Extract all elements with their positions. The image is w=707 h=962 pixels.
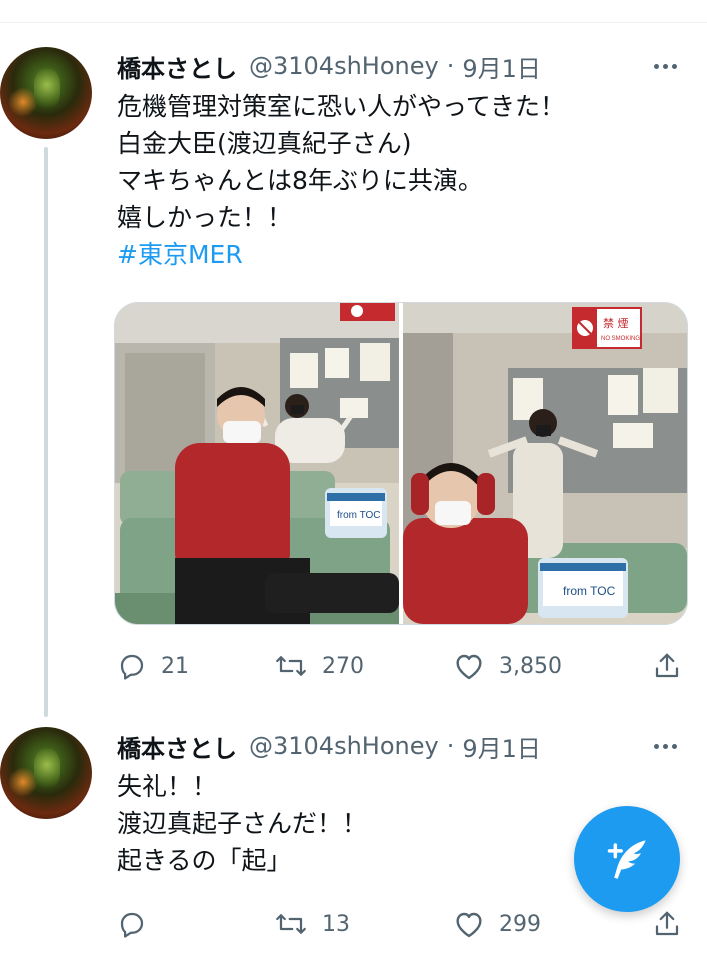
more-horizontal-icon[interactable] (654, 49, 677, 83)
separator-dot: · (446, 52, 455, 80)
tweet-text-line: 起きるの「起」 (117, 846, 292, 875)
tweet-2-text: 失礼！！ 渡辺真起子さんだ！！ 起きるの「起」 (117, 768, 367, 879)
bag-label: from TOC (337, 510, 381, 521)
no-smoking-sign-text: 禁 煙 (603, 317, 629, 330)
avatar-face (34, 749, 60, 789)
reply-button[interactable] (117, 906, 161, 942)
retweet-icon (276, 914, 306, 934)
tweet-text-line: マキちゃんとは8年ぶりに共演。 (117, 166, 483, 195)
tweet-date[interactable]: 9月1日 (462, 729, 541, 764)
retweet-button[interactable]: 13 (274, 906, 350, 942)
tweet-text-line: 白金大臣(渡辺真紀子さん) (117, 129, 412, 158)
tweet-text-line: 渡辺真起子さんだ！！ (117, 809, 368, 838)
hashtag-link[interactable]: #東京MER (117, 236, 565, 273)
author-name[interactable]: 橋本さとし (117, 49, 237, 84)
tweet-date[interactable]: 9月1日 (462, 49, 541, 84)
no-smoking-sign-subtext: NO SMOKING (601, 336, 640, 342)
tweet-text-line: 危機管理対策室に恐い人がやってきた！ (117, 92, 566, 121)
share-icon (655, 911, 679, 936)
author-name[interactable]: 橋本さとし (117, 729, 237, 764)
separator-dot: · (446, 732, 455, 760)
author-handle[interactable]: @3104shHoney (249, 732, 439, 760)
tweet-text-line: 失礼！！ (117, 772, 218, 801)
photo-left[interactable]: from TOC (115, 303, 399, 624)
tweet-1-text: 危機管理対策室に恐い人がやってきた！ 白金大臣(渡辺真紀子さん) マキちゃんとは… (117, 88, 565, 273)
heart-icon (456, 654, 482, 680)
share-button[interactable] (652, 648, 682, 684)
retweet-icon (276, 656, 306, 676)
share-icon (655, 653, 679, 678)
avatar-face (34, 69, 60, 109)
bag-label: from TOC (563, 584, 616, 598)
compose-tweet-icon (607, 840, 646, 879)
photo-right[interactable]: 禁 煙 NO SMOKING from TOC (403, 303, 687, 624)
tweet-media: from TOC 禁 煙 NO SMOKING from TOC (114, 302, 688, 625)
reply-count: 21 (161, 653, 189, 679)
reply-icon (120, 912, 144, 938)
reply-button[interactable]: 21 (117, 648, 189, 684)
like-count: 3,850 (499, 653, 562, 679)
avatar[interactable] (0, 47, 92, 139)
tweet-1-header: 橋本さとし @3104shHoney · 9月1日 (117, 49, 541, 83)
retweet-count: 13 (322, 911, 350, 937)
tweet-2-actions: 13 299 (117, 906, 687, 942)
compose-tweet-button[interactable] (574, 806, 680, 912)
more-horizontal-icon[interactable] (654, 729, 677, 763)
tweet-1-actions: 21 270 3,850 (117, 648, 687, 684)
like-button[interactable]: 299 (453, 906, 541, 942)
tweet-2-header: 橋本さとし @3104shHoney · 9月1日 (117, 729, 541, 763)
like-button[interactable]: 3,850 (453, 648, 562, 684)
retweet-button[interactable]: 270 (274, 648, 364, 684)
reply-icon (120, 654, 144, 680)
like-count: 299 (499, 911, 541, 937)
tweet-text-line: 嬉しかった！！ (117, 203, 293, 232)
author-handle[interactable]: @3104shHoney (249, 52, 439, 80)
thread-connector-line (44, 147, 48, 717)
share-button[interactable] (652, 906, 682, 942)
avatar[interactable] (0, 727, 92, 819)
heart-icon (456, 912, 482, 938)
retweet-count: 270 (322, 653, 364, 679)
